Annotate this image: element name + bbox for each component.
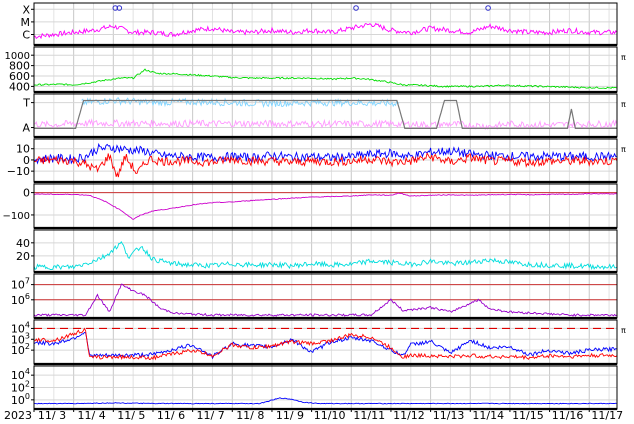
y-tick-label: 100 xyxy=(11,392,30,407)
x-tick-label: 11/16 xyxy=(552,409,584,422)
y-tick-label: 102 xyxy=(11,342,30,357)
x-tick-label: 11/ 7 xyxy=(197,409,225,422)
panel-proton-density: 4020 xyxy=(16,229,618,274)
x-tick-label: 11/11 xyxy=(353,409,385,422)
panel-low-flux: 104102100 xyxy=(11,365,618,411)
x-tick-label: 11/12 xyxy=(393,409,425,422)
panel-imf-bz: 100−10π xyxy=(7,138,626,184)
panel-xray: XMC xyxy=(21,2,618,47)
x-tick-label: 11/10 xyxy=(314,409,346,422)
y-tick-label: 0 xyxy=(23,187,30,200)
x-tick-label: 11/17 xyxy=(591,409,623,422)
y-tick-label: 106 xyxy=(11,292,30,307)
space-weather-chart-stack: XMC1000800600400πTAπ100−10π0−10040201071… xyxy=(3,2,626,422)
panel-solar-wind-speed: 1000800600400π xyxy=(5,46,626,93)
y-tick-label: 40 xyxy=(16,237,30,250)
y-tick-label: A xyxy=(22,122,30,135)
x-tick-label: 11/ 9 xyxy=(276,409,304,422)
year-label: 2023 xyxy=(4,409,32,422)
panel-temperature: 107106 xyxy=(11,273,618,320)
x-tick-label: 11/13 xyxy=(433,409,465,422)
y-tick-label: −10 xyxy=(7,165,30,178)
panel-dst: 0 −100 xyxy=(3,183,618,230)
right-marker-label: π xyxy=(621,145,626,154)
y-tick-label: M xyxy=(21,16,31,29)
y-tick-label: 20 xyxy=(16,250,30,263)
x-tick-label: 11/ 4 xyxy=(78,409,106,422)
x-tick-label: 11/ 3 xyxy=(38,409,66,422)
y-tick-label: T xyxy=(22,97,30,110)
panel-particle-flux: 104103102π xyxy=(11,319,626,366)
y-tick-label: C xyxy=(22,29,30,42)
y-tick-label: 107 xyxy=(11,277,30,292)
y-tick-label: X xyxy=(22,3,30,16)
x-tick-label: 11/ 8 xyxy=(236,409,264,422)
right-marker-label: π xyxy=(621,100,626,109)
x-tick-label: 11/14 xyxy=(472,409,504,422)
x-tick-label: 11/15 xyxy=(512,409,544,422)
y-tick-label: 400 xyxy=(9,80,30,93)
x-tick-label: 11/ 6 xyxy=(157,409,185,422)
y-tick-label: −100 xyxy=(3,211,30,222)
right-marker-label: π xyxy=(621,53,626,62)
right-marker-label: π xyxy=(621,326,626,335)
x-tick-label: 11/ 5 xyxy=(117,409,145,422)
